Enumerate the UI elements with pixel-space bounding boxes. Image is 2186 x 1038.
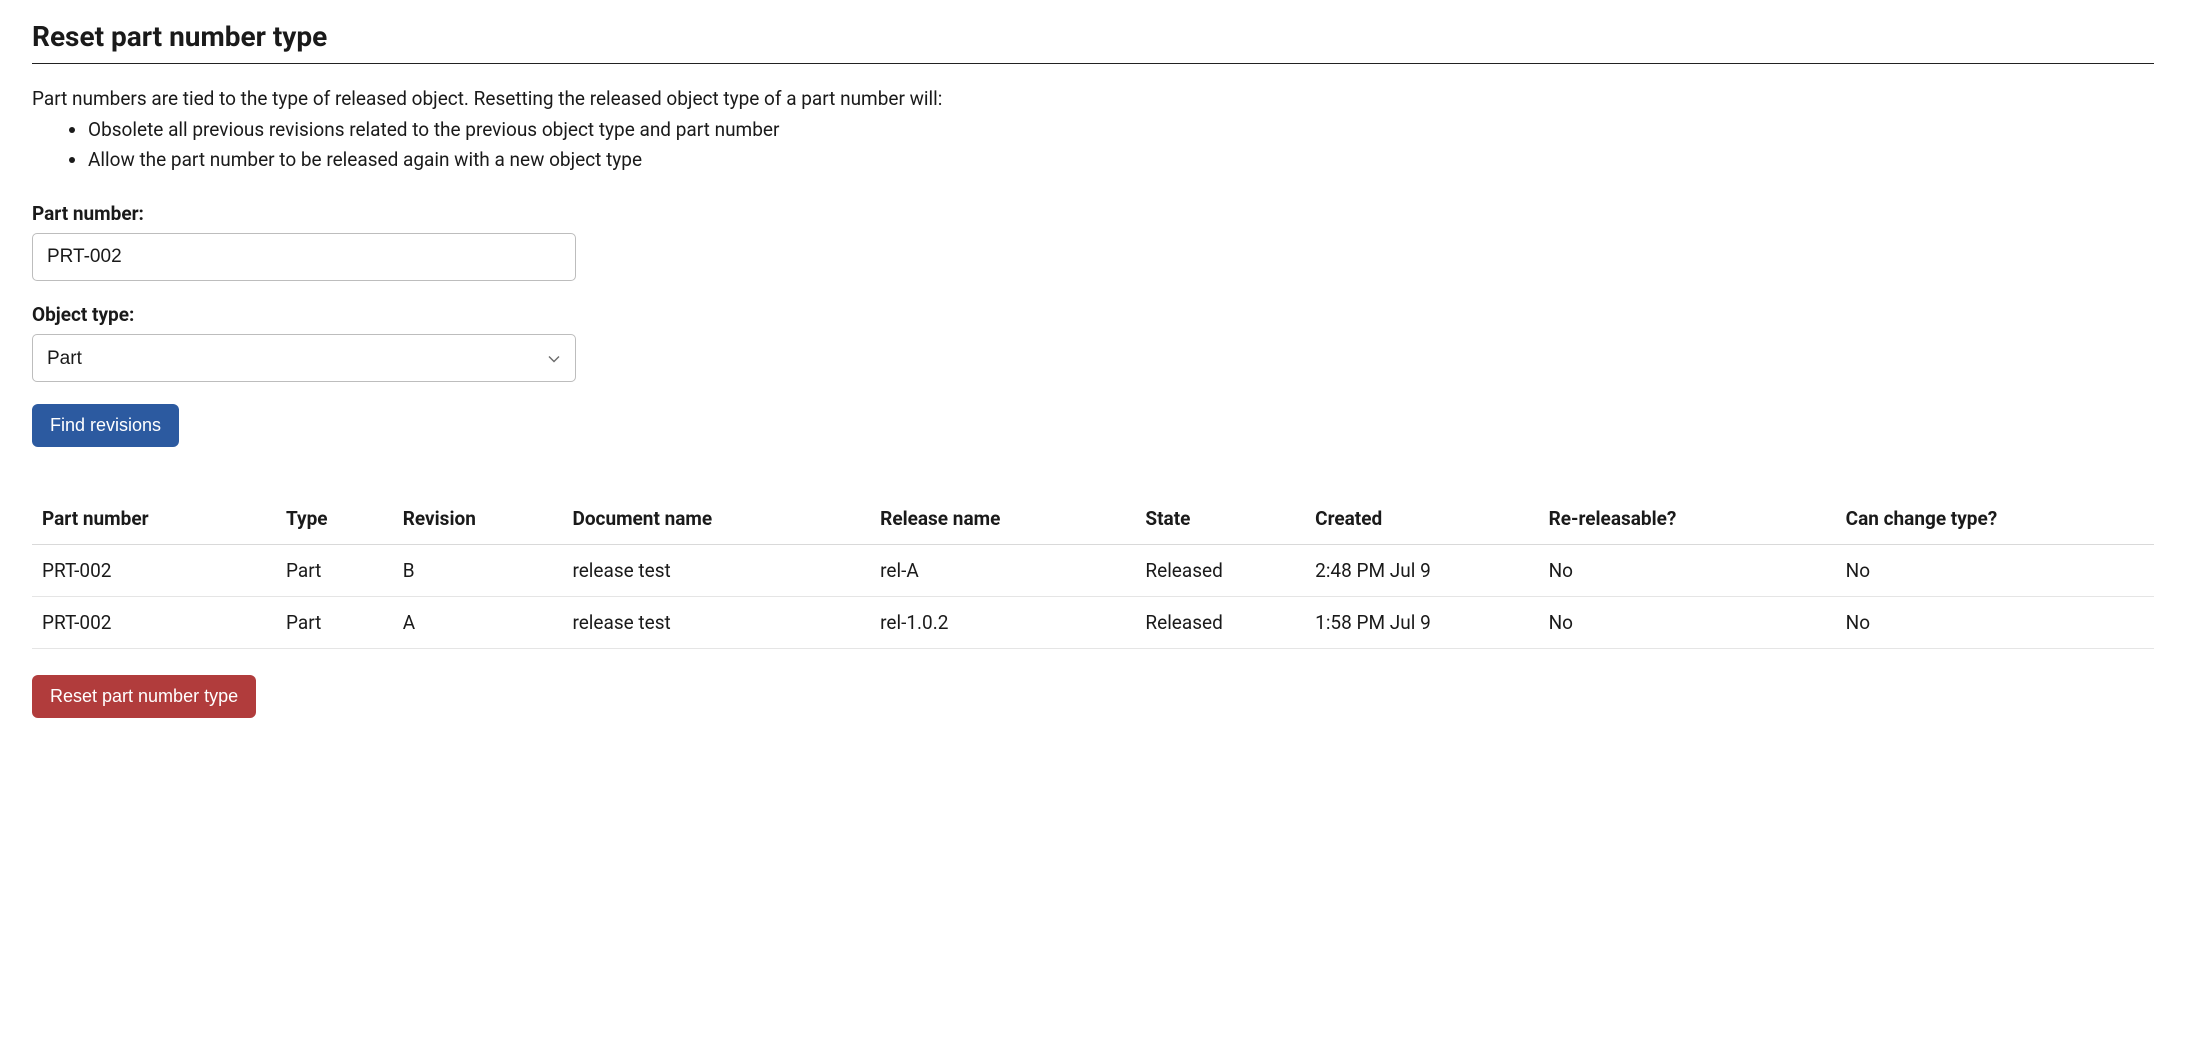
cell-created: 1:58 PM Jul 9: [1305, 597, 1538, 649]
col-document-name: Document name: [562, 497, 870, 545]
object-type-select[interactable]: Part: [32, 334, 576, 382]
cell-re-releasable: No: [1539, 597, 1836, 649]
cell-revision: A: [393, 597, 563, 649]
find-revisions-button[interactable]: Find revisions: [32, 404, 179, 447]
table-row: PRT-002 Part A release test rel-1.0.2 Re…: [32, 597, 2154, 649]
table-row: PRT-002 Part B release test rel-A Releas…: [32, 545, 2154, 597]
col-re-releasable: Re-releasable?: [1539, 497, 1836, 545]
part-number-input[interactable]: [32, 233, 576, 281]
description-block: Part numbers are tied to the type of rel…: [32, 84, 2154, 174]
col-revision: Revision: [393, 497, 563, 545]
table-header-row: Part number Type Revision Document name …: [32, 497, 2154, 545]
cell-can-change-type: No: [1836, 545, 2154, 597]
cell-document-name: release test: [562, 597, 870, 649]
cell-state: Released: [1135, 545, 1305, 597]
cell-re-releasable: No: [1539, 545, 1836, 597]
description-bullet: Allow the part number to be released aga…: [88, 145, 2154, 174]
description-bullet: Obsolete all previous revisions related …: [88, 115, 2154, 144]
col-created: Created: [1305, 497, 1538, 545]
cell-part-number: PRT-002: [32, 597, 276, 649]
revisions-table: Part number Type Revision Document name …: [32, 497, 2154, 649]
cell-type: Part: [276, 597, 393, 649]
description-intro: Part numbers are tied to the type of rel…: [32, 87, 942, 110]
cell-type: Part: [276, 545, 393, 597]
col-release-name: Release name: [870, 497, 1135, 545]
cell-revision: B: [393, 545, 563, 597]
col-type: Type: [276, 497, 393, 545]
cell-release-name: rel-1.0.2: [870, 597, 1135, 649]
cell-part-number: PRT-002: [32, 545, 276, 597]
col-can-change-type: Can change type?: [1836, 497, 2154, 545]
col-part-number: Part number: [32, 497, 276, 545]
part-number-label: Part number:: [32, 202, 2154, 225]
cell-release-name: rel-A: [870, 545, 1135, 597]
cell-created: 2:48 PM Jul 9: [1305, 545, 1538, 597]
cell-state: Released: [1135, 597, 1305, 649]
col-state: State: [1135, 497, 1305, 545]
object-type-label: Object type:: [32, 303, 2154, 326]
cell-document-name: release test: [562, 545, 870, 597]
cell-can-change-type: No: [1836, 597, 2154, 649]
reset-part-number-type-button[interactable]: Reset part number type: [32, 675, 256, 718]
page-title: Reset part number type: [32, 20, 2154, 64]
